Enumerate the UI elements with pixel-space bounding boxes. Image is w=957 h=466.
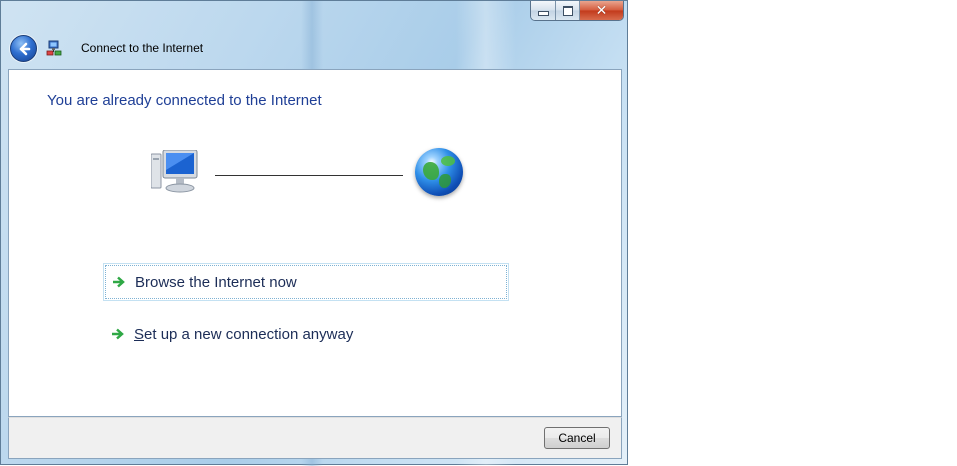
maximize-icon — [562, 5, 573, 16]
back-arrow-icon — [19, 42, 30, 55]
window-title: Connect to the Internet — [81, 41, 204, 55]
minimize-button[interactable] — [531, 1, 556, 20]
connection-line — [215, 175, 403, 176]
setup-connection-link[interactable]: Set up a new connection anyway — [103, 316, 509, 354]
dialog-window: ✕ Connect to the Internet You are alread… — [0, 0, 628, 466]
minimize-icon — [537, 11, 549, 16]
access-key: S — [134, 326, 145, 343]
network-icon — [46, 40, 62, 56]
page-heading: You are already connected to the Interne… — [47, 92, 322, 109]
close-icon: ✕ — [595, 2, 608, 19]
back-button[interactable] — [10, 35, 37, 62]
globe-land — [441, 156, 455, 166]
setup-connection-label: Set up a new connection anyway — [134, 326, 353, 343]
globe-icon — [415, 148, 463, 196]
maximize-button[interactable] — [556, 1, 580, 20]
close-button[interactable]: ✕ — [580, 1, 623, 20]
green-arrow-icon — [112, 328, 124, 340]
setup-connection-label-rest: et up a new connection anyway — [144, 326, 354, 343]
content-pane: You are already connected to the Interne… — [8, 69, 622, 417]
cancel-button[interactable]: Cancel — [544, 427, 610, 449]
footer-bar: Cancel — [8, 417, 622, 459]
green-arrow-icon — [113, 276, 125, 288]
globe-land — [439, 174, 451, 188]
browse-internet-link[interactable]: Browse the Internet now — [103, 263, 509, 301]
caption-buttons: ✕ — [530, 1, 624, 21]
browse-internet-label: Browse the Internet now — [135, 274, 297, 291]
computer-icon — [151, 150, 198, 193]
globe-land — [423, 162, 439, 180]
